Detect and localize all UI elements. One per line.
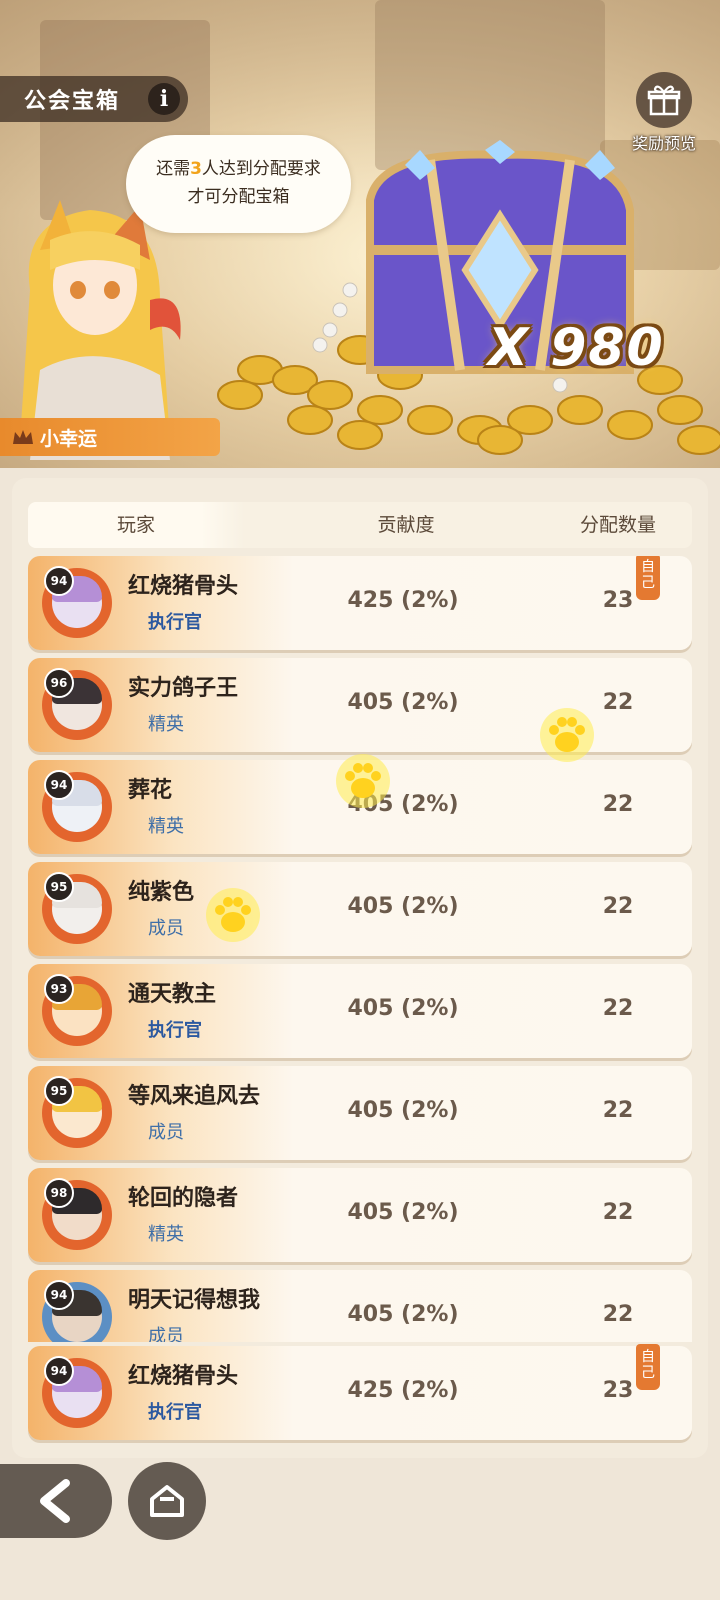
character-name: 小幸运 (40, 427, 98, 450)
level-badge: 96 (44, 668, 74, 698)
level-badge: 98 (44, 1178, 74, 1208)
player-name: 实力鸽子王 (128, 675, 239, 701)
player-name: 红烧猪骨头 (128, 573, 239, 599)
player-rank: 执行官 (148, 612, 202, 633)
back-arrow-icon[interactable] (36, 1479, 76, 1523)
contribution-value: 405 (2%) (347, 894, 459, 919)
self-tag: 自己 (636, 1344, 660, 1390)
character-name-tag: 小幸运 (0, 418, 220, 456)
player-rank: 执行官 (148, 1402, 202, 1423)
home-icon[interactable] (147, 1481, 187, 1521)
level-badge: 93 (44, 974, 74, 1004)
allocation-amount: 22 (602, 1302, 634, 1327)
requirement-speech-bubble: 还需3人达到分配要求 才可分配宝箱 (126, 135, 351, 233)
chest-count: X 980 (488, 318, 665, 378)
table-row[interactable]: 94 红烧猪骨头 执行官 425 (2%) 23 自己 (28, 556, 692, 650)
paw-sparkle-icon (206, 888, 260, 942)
allocation-amount: 22 (602, 894, 634, 919)
gift-icon[interactable] (636, 72, 692, 128)
allocation-amount: 22 (602, 1098, 634, 1123)
requirement-suffix: 人达到分配要求 (201, 159, 321, 179)
table-row[interactable]: 95 纯紫色 成员 405 (2%) 22 (28, 862, 692, 956)
player-name: 轮回的隐者 (128, 1185, 239, 1211)
player-rank: 成员 (148, 1122, 184, 1143)
level-badge: 94 (44, 770, 74, 800)
contribution-value: 405 (2%) (347, 1200, 459, 1225)
player-rank: 成员 (148, 918, 184, 939)
player-rank: 精英 (148, 816, 184, 837)
allocation-amount: 22 (602, 792, 634, 817)
requirement-count: 3 (190, 159, 202, 179)
level-badge: 94 (44, 1356, 74, 1386)
self-tag: 自己 (636, 556, 660, 600)
paw-sparkle-icon (336, 754, 390, 808)
requirement-line-2: 才可分配宝箱 (187, 187, 290, 207)
contribution-value: 405 (2%) (347, 1302, 459, 1327)
allocation-amount: 22 (602, 1200, 634, 1225)
back-button[interactable] (0, 1464, 112, 1538)
contribution-value: 405 (2%) (347, 996, 459, 1021)
requirement-line-1: 还需3人达到分配要求 (126, 155, 351, 183)
level-badge: 94 (44, 566, 74, 596)
crown-icon (13, 430, 33, 444)
level-badge: 95 (44, 872, 74, 902)
home-button[interactable] (128, 1462, 206, 1540)
player-name: 等风来追风去 (128, 1083, 261, 1109)
reward-preview-button[interactable]: 奖励预览 (614, 72, 714, 154)
level-badge: 95 (44, 1076, 74, 1106)
header-contribution: 贡献度 (377, 514, 435, 536)
header-player: 玩家 (28, 502, 244, 548)
player-name: 通天教主 (128, 981, 217, 1007)
table-row[interactable]: 95 等风来追风去 成员 405 (2%) 22 (28, 1066, 692, 1160)
contribution-value: 425 (2%) (347, 588, 459, 613)
player-rank: 精英 (148, 1224, 184, 1245)
contribution-value: 425 (2%) (347, 1378, 459, 1403)
requirement-prefix: 还需 (156, 159, 191, 179)
allocation-amount: 22 (602, 996, 634, 1021)
table-row[interactable]: 94 明天记得想我 成员 405 (2%) 22 (28, 1270, 692, 1342)
paw-sparkle-icon (540, 708, 594, 762)
player-rank: 成员 (148, 1326, 184, 1342)
table-header: 玩家 贡献度 分配数量 (28, 502, 692, 548)
player-name: 红烧猪骨头 (128, 1363, 239, 1389)
contribution-value: 405 (2%) (347, 690, 459, 715)
contribution-value: 405 (2%) (347, 1098, 459, 1123)
level-badge: 94 (44, 1280, 74, 1310)
page-title: 公会宝箱 (24, 89, 121, 114)
pinned-self-row[interactable]: 94 红烧猪骨头 执行官 425 (2%) 23 自己 (28, 1344, 692, 1440)
player-list[interactable]: 94 红烧猪骨头 执行官 425 (2%) 23 自己 96 实力鸽子王 精英 … (28, 556, 692, 1342)
header-allocation: 分配数量 (579, 514, 656, 536)
player-name: 纯紫色 (128, 879, 195, 905)
player-name: 葬花 (128, 777, 173, 803)
player-name: 明天记得想我 (128, 1287, 261, 1313)
player-rank: 执行官 (148, 1020, 202, 1041)
guild-chest-banner: 公会宝箱 i 奖励预览 还需3人达到分配要求 才可分配宝箱 X 980 小幸运 (0, 0, 720, 468)
info-icon[interactable]: i (148, 83, 180, 115)
player-rank: 精英 (148, 714, 184, 735)
table-row[interactable]: 98 轮回的隐者 精英 405 (2%) 22 (28, 1168, 692, 1262)
table-row[interactable]: 93 通天教主 执行官 405 (2%) 22 (28, 964, 692, 1058)
reward-preview-label: 奖励预览 (631, 134, 696, 153)
